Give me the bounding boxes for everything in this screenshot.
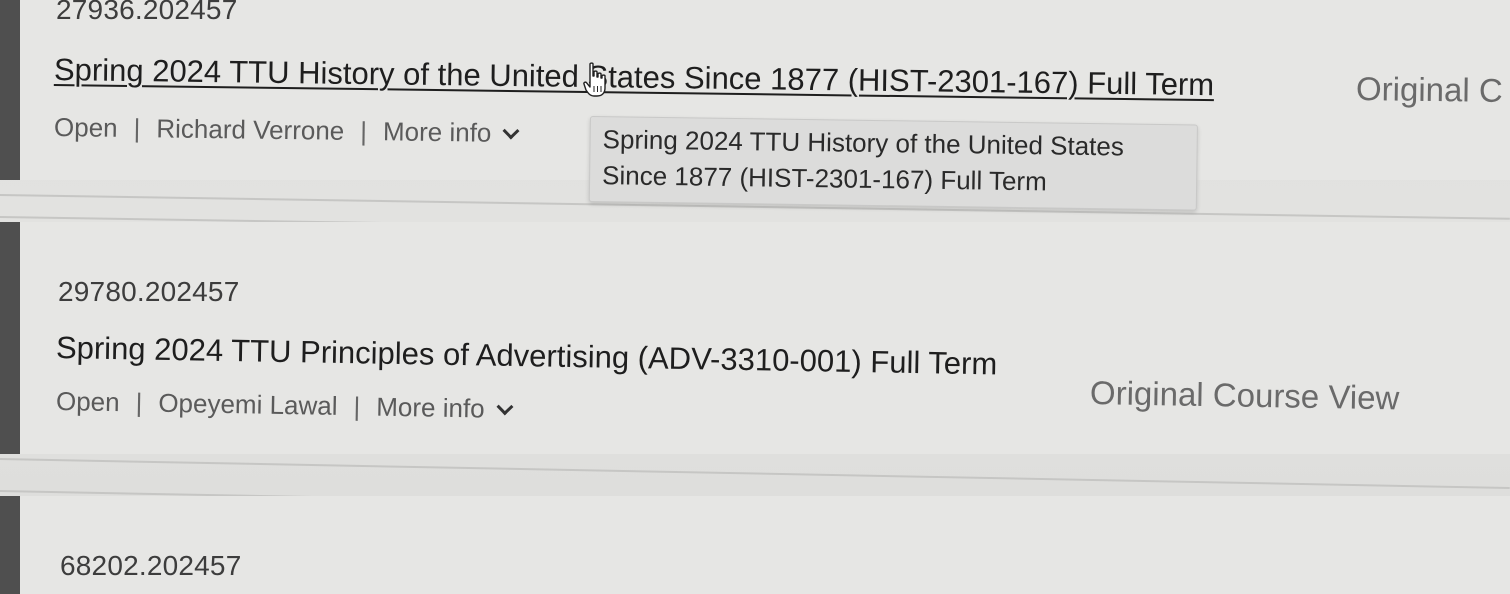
hand-pointer-icon	[583, 62, 606, 97]
meta-separator: |	[353, 391, 361, 422]
more-info-toggle[interactable]: More info	[376, 391, 514, 425]
course-status: Open	[53, 112, 118, 143]
course-title-tooltip: Spring 2024 TTU History of the United St…	[588, 116, 1198, 211]
tooltip-text: Spring 2024 TTU History of the United St…	[601, 124, 1125, 197]
course-list: 27936.202457 Spring 2024 TTU History of …	[0, 0, 1510, 594]
course-view-label: Original Course View	[1089, 374, 1400, 417]
course-status: Open	[55, 386, 120, 418]
course-view-label: Original C	[1355, 70, 1503, 109]
more-info-label: More info	[376, 391, 485, 424]
more-info-toggle[interactable]: More info	[382, 116, 520, 149]
meta-separator: |	[133, 113, 141, 144]
course-id: 29780.202457	[58, 276, 240, 307]
divider	[0, 458, 1510, 489]
course-meta-row: Open | Richard Verrone | More info	[53, 112, 520, 149]
more-info-label: More info	[382, 116, 492, 148]
instructor-link[interactable]: Opeyemi Lawal	[158, 388, 338, 422]
course-id: 68202.202457	[60, 550, 242, 581]
course-id: 27936.202457	[56, 0, 238, 25]
meta-separator: |	[360, 116, 368, 147]
meta-separator: |	[135, 387, 143, 418]
instructor-link[interactable]: Richard Verrone	[156, 113, 344, 146]
